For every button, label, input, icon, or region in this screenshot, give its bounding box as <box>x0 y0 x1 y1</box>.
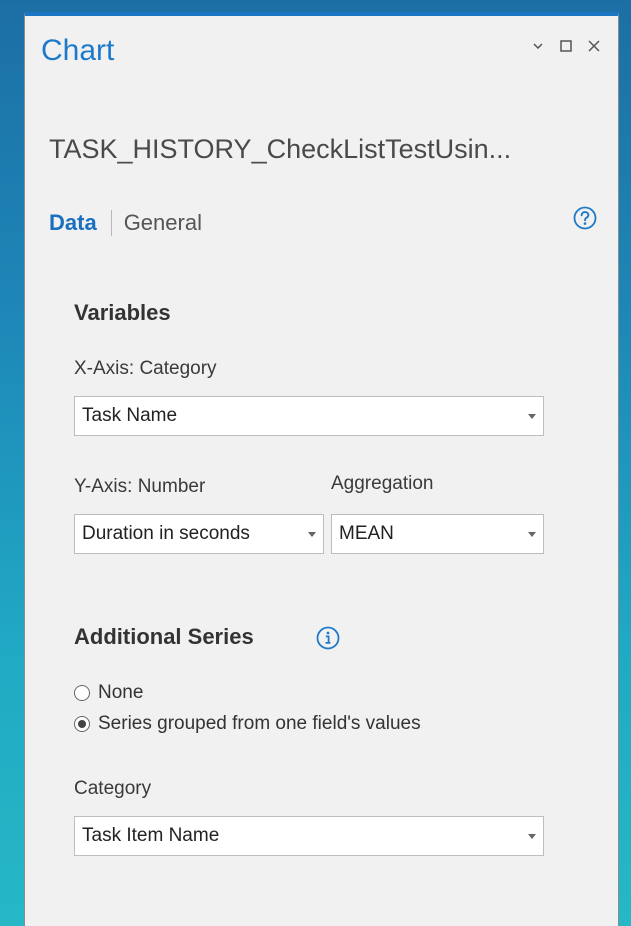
aggregation-label: Aggregation <box>331 473 434 494</box>
chart-pane: Chart TASK_HISTORY_CheckListTestUsin... … <box>24 12 619 926</box>
chevron-down-icon <box>521 531 543 537</box>
y-axis-select[interactable]: Duration in seconds <box>74 514 324 554</box>
category-value: Task Item Name <box>82 825 220 846</box>
aggregation-value: MEAN <box>339 523 394 544</box>
category-select[interactable]: Task Item Name <box>74 816 544 856</box>
help-icon[interactable] <box>573 206 597 230</box>
y-axis-value: Duration in seconds <box>82 523 250 544</box>
x-axis-label: X-Axis: Category <box>74 358 217 379</box>
close-icon[interactable] <box>586 38 602 54</box>
tab-bar: Data General <box>49 210 202 236</box>
x-axis-value: Task Name <box>82 405 178 426</box>
tab-data[interactable]: Data <box>49 210 97 236</box>
tab-separator <box>110 210 112 236</box>
chevron-down-icon <box>521 413 543 419</box>
radio-button-selected[interactable] <box>74 716 90 732</box>
x-axis-select[interactable]: Task Name <box>74 396 544 436</box>
maximize-icon[interactable] <box>558 38 574 54</box>
pane-title: Chart <box>41 34 115 67</box>
radio-dot <box>78 720 86 728</box>
layer-name: TASK_HISTORY_CheckListTestUsin... <box>49 134 512 164</box>
radio-button[interactable] <box>74 685 90 701</box>
y-axis-label: Y-Axis: Number <box>74 476 206 497</box>
chevron-down-icon <box>521 833 543 839</box>
chevron-down-icon <box>301 531 323 537</box>
tab-general[interactable]: General <box>124 210 202 236</box>
radio-option-series-grouped[interactable]: Series grouped from one field's values <box>74 713 421 735</box>
aggregation-select[interactable]: MEAN <box>331 514 544 554</box>
radio-label: None <box>98 682 144 703</box>
radio-label: Series grouped from one field's values <box>98 713 421 734</box>
pane-options-chevron-icon[interactable] <box>530 38 546 54</box>
window-controls <box>530 38 602 54</box>
variables-heading: Variables <box>74 300 171 325</box>
additional-series-heading: Additional Series <box>74 624 254 649</box>
radio-option-none[interactable]: None <box>74 682 143 704</box>
info-icon[interactable] <box>316 626 340 650</box>
category-label: Category <box>74 778 152 799</box>
